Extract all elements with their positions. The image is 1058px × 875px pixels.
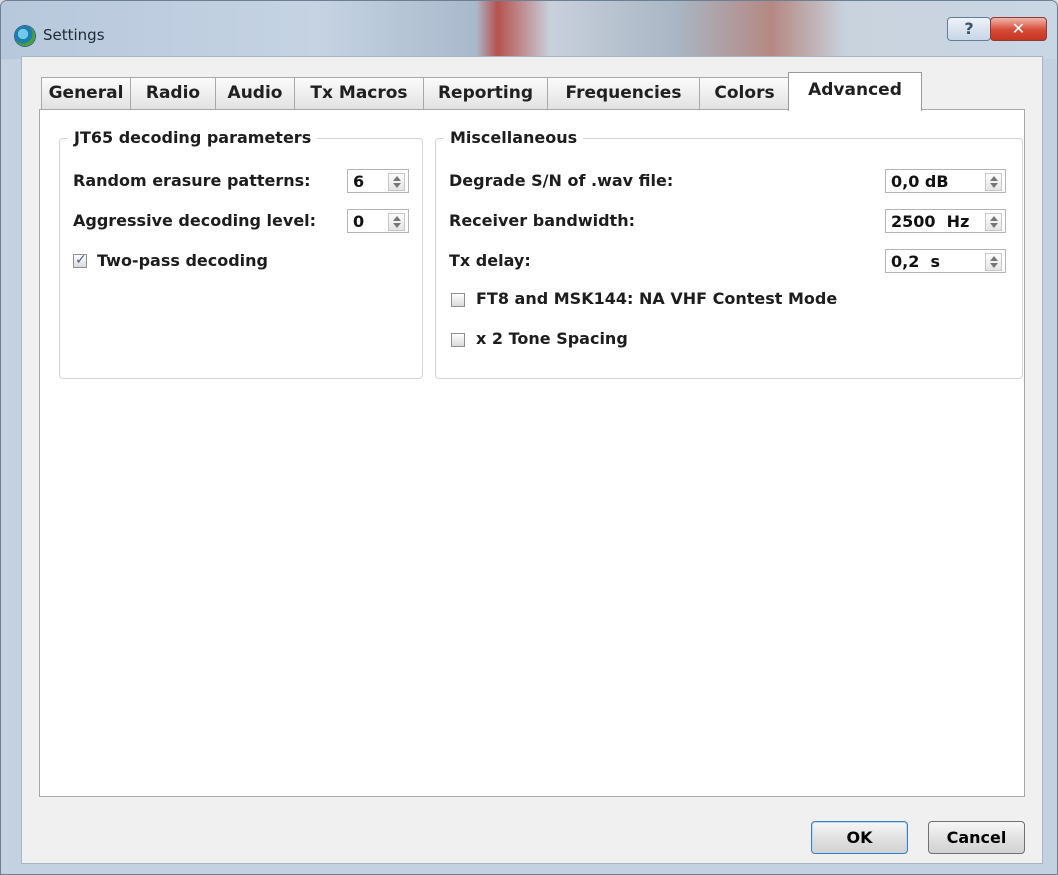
help-button[interactable]: ? xyxy=(947,17,991,41)
cancel-button[interactable]: Cancel xyxy=(928,821,1025,854)
tab-radio[interactable]: Radio xyxy=(130,77,216,109)
tx-delay-spinbox[interactable]: 0,2 s xyxy=(885,249,1006,273)
aggressive-decoding-spin-buttons[interactable] xyxy=(388,213,405,231)
aggressive-decoding-spinbox[interactable]: 0 xyxy=(347,209,409,233)
spin-down-icon[interactable] xyxy=(990,263,998,268)
tab-frequencies[interactable]: Frequencies xyxy=(547,77,700,109)
aggressive-decoding-label: Aggressive decoding level: xyxy=(73,211,317,230)
degrade-sn-spinbox[interactable]: 0,0 dB xyxy=(885,169,1006,193)
spin-up-icon[interactable] xyxy=(990,176,998,181)
jt65-group-title: JT65 decoding parameters xyxy=(68,129,318,147)
misc-group-title: Miscellaneous xyxy=(444,129,584,147)
spin-down-icon[interactable] xyxy=(393,223,401,228)
tx-delay-spin-buttons[interactable] xyxy=(985,253,1002,271)
settings-app-icon xyxy=(15,26,35,46)
spin-up-icon[interactable] xyxy=(990,216,998,221)
miscellaneous-group: Miscellaneous Degrade S/N of .wav file: … xyxy=(435,129,1023,379)
degrade-sn-spin-buttons[interactable] xyxy=(985,173,1002,191)
two-pass-label[interactable]: Two-pass decoding xyxy=(97,251,268,271)
tab-advanced[interactable]: Advanced xyxy=(788,72,922,111)
spin-down-icon[interactable] xyxy=(393,183,401,188)
degrade-sn-label: Degrade S/N of .wav file: xyxy=(449,171,674,190)
tab-tx-macros[interactable]: Tx Macros xyxy=(294,77,424,109)
tx-delay-value: 0,2 s xyxy=(891,252,941,271)
dialog-client-area: General Radio Audio Tx Macros Reporting … xyxy=(21,56,1043,864)
spin-up-icon[interactable] xyxy=(393,216,401,221)
tx-delay-label: Tx delay: xyxy=(449,251,531,270)
checkbox-checkmark-icon: ✓ xyxy=(75,252,87,268)
receiver-bandwidth-label: Receiver bandwidth: xyxy=(449,211,635,230)
receiver-bandwidth-value: 2500 Hz xyxy=(891,212,970,231)
ft8-contest-label[interactable]: FT8 and MSK144: NA VHF Contest Mode xyxy=(476,289,837,309)
random-erasure-spin-buttons[interactable] xyxy=(388,173,405,191)
spin-up-icon[interactable] xyxy=(990,256,998,261)
ft8-contest-checkbox[interactable] xyxy=(451,293,465,307)
ok-button[interactable]: OK xyxy=(811,821,908,854)
jt65-decoding-parameters-group: JT65 decoding parameters Random erasure … xyxy=(59,129,423,379)
spin-down-icon[interactable] xyxy=(990,223,998,228)
receiver-bandwidth-spinbox[interactable]: 2500 Hz xyxy=(885,209,1006,233)
tab-audio[interactable]: Audio xyxy=(215,77,295,109)
random-erasure-value: 6 xyxy=(353,172,365,191)
random-erasure-label: Random erasure patterns: xyxy=(73,171,311,190)
random-erasure-spinbox[interactable]: 6 xyxy=(347,169,409,193)
receiver-bandwidth-spin-buttons[interactable] xyxy=(985,213,1002,231)
title-bar: Settings ? ✕ xyxy=(1,1,1057,59)
aggressive-decoding-value: 0 xyxy=(353,212,365,231)
spin-up-icon[interactable] xyxy=(393,176,401,181)
close-button[interactable]: ✕ xyxy=(990,17,1047,41)
tab-reporting[interactable]: Reporting xyxy=(423,77,548,109)
advanced-tab-panel: JT65 decoding parameters Random erasure … xyxy=(39,109,1025,797)
spin-down-icon[interactable] xyxy=(990,183,998,188)
tab-general[interactable]: General xyxy=(41,77,131,109)
tone-spacing-label[interactable]: x 2 Tone Spacing xyxy=(476,329,628,349)
settings-window: Settings ? ✕ General Radio Audio Tx Macr… xyxy=(0,0,1058,875)
tab-colors[interactable]: Colors xyxy=(699,77,790,109)
two-pass-checkbox[interactable]: ✓ xyxy=(73,252,87,268)
degrade-sn-value: 0,0 dB xyxy=(891,172,949,191)
window-title: Settings xyxy=(43,26,105,44)
tone-spacing-checkbox[interactable] xyxy=(451,333,465,347)
